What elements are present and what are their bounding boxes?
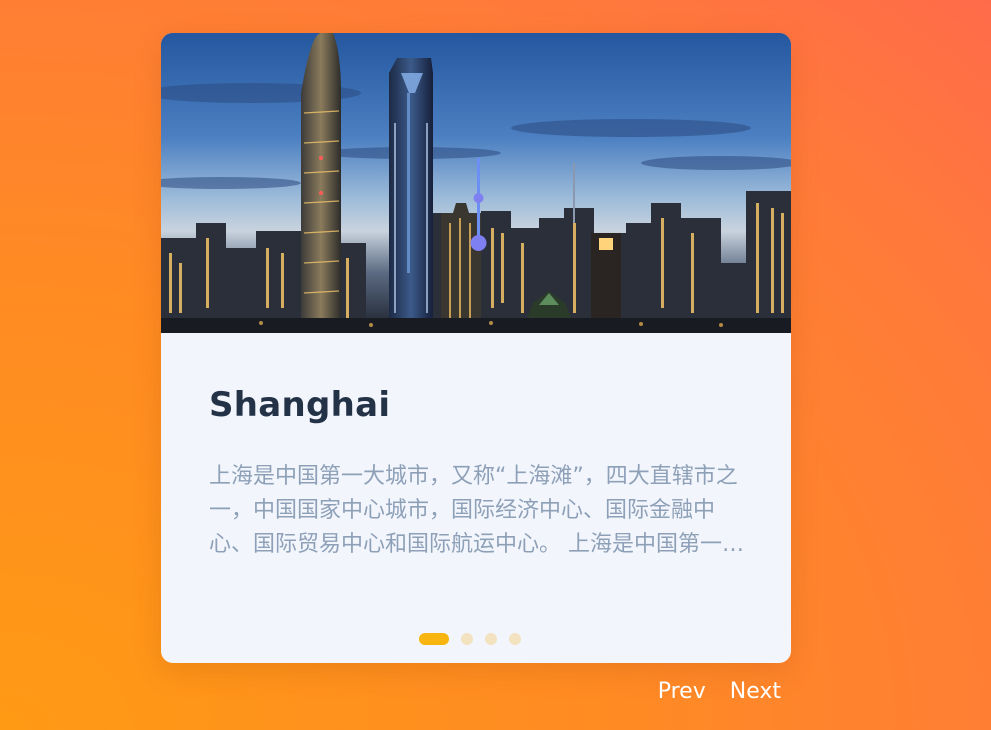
prev-button[interactable]: Prev bbox=[658, 676, 706, 708]
pagination-dot-1[interactable] bbox=[419, 633, 449, 645]
pagination-dot-3[interactable] bbox=[485, 633, 497, 645]
carousel-nav: Prev Next bbox=[658, 676, 781, 708]
city-photo bbox=[161, 33, 791, 333]
next-button[interactable]: Next bbox=[730, 676, 781, 708]
pagination-dots bbox=[419, 633, 521, 645]
city-title: Shanghai bbox=[209, 385, 391, 425]
pagination-dot-2[interactable] bbox=[461, 633, 473, 645]
city-card: Shanghai 上海是中国第一大城市，又称“上海滩”，四大直辖市之一，中国国家… bbox=[161, 33, 791, 663]
card-content: Shanghai 上海是中国第一大城市，又称“上海滩”，四大直辖市之一，中国国家… bbox=[209, 385, 745, 562]
city-description: 上海是中国第一大城市，又称“上海滩”，四大直辖市之一，中国国家中心城市，国际经济… bbox=[209, 464, 744, 557]
skyline-illustration bbox=[161, 33, 791, 333]
pagination-dot-4[interactable] bbox=[509, 633, 521, 645]
